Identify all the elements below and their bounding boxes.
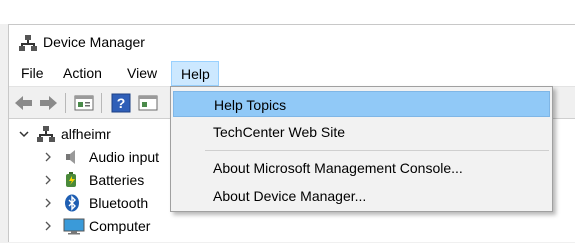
computer-network-icon bbox=[37, 125, 55, 143]
menu-separator bbox=[205, 150, 549, 151]
tree-item-label: Bluetooth bbox=[89, 195, 149, 211]
back-arrow-icon[interactable] bbox=[13, 93, 35, 113]
speaker-icon bbox=[63, 148, 81, 166]
bluetooth-icon bbox=[63, 194, 81, 212]
toolbar-separator bbox=[101, 93, 102, 113]
battery-icon bbox=[63, 171, 81, 189]
menu-view[interactable]: View bbox=[121, 61, 163, 86]
tree-item-label: Computer bbox=[89, 218, 151, 234]
menu-file[interactable]: File bbox=[15, 61, 50, 86]
tree-root-label: alfheimr bbox=[61, 126, 111, 142]
menu-item-help-topics[interactable]: Help Topics bbox=[173, 91, 550, 117]
window-title: Device Manager bbox=[43, 34, 145, 50]
screen: Device Manager File Action View Help ? a… bbox=[0, 0, 575, 242]
menu-action[interactable]: Action bbox=[57, 61, 108, 86]
chevron-down-icon[interactable] bbox=[19, 123, 29, 145]
tree-item-label: Batteries bbox=[89, 172, 145, 188]
svg-text:?: ? bbox=[117, 95, 126, 111]
chevron-right-icon[interactable] bbox=[43, 169, 53, 191]
forward-arrow-icon[interactable] bbox=[37, 93, 59, 113]
toolbar-separator bbox=[65, 93, 66, 113]
monitor-icon bbox=[63, 217, 85, 235]
tree-item-bluetooth[interactable]: Bluetooth bbox=[9, 192, 179, 214]
menu-item-techcenter-web-site[interactable]: TechCenter Web Site bbox=[173, 119, 550, 145]
help-dropdown-menu: Help Topics TechCenter Web Site About Mi… bbox=[170, 86, 553, 212]
chevron-right-icon[interactable] bbox=[43, 146, 53, 168]
properties-icon[interactable] bbox=[73, 93, 95, 113]
tree-root-row[interactable]: alfheimr bbox=[9, 123, 169, 145]
tree-item-batteries[interactable]: Batteries bbox=[9, 169, 179, 191]
chevron-right-icon[interactable] bbox=[43, 192, 53, 214]
title-bar: Device Manager bbox=[9, 25, 575, 61]
device-manager-icon bbox=[19, 34, 37, 52]
tree-item-audio-input[interactable]: Audio input bbox=[9, 146, 179, 168]
tree-item-label: Audio input bbox=[89, 149, 160, 165]
tree-item-computer[interactable]: Computer bbox=[9, 215, 179, 237]
help-icon[interactable]: ? bbox=[110, 93, 132, 113]
menu-bar: File Action View Help bbox=[9, 61, 575, 86]
properties-pane-icon[interactable] bbox=[137, 93, 159, 113]
menu-item-about-device-manager[interactable]: About Device Manager... bbox=[173, 183, 550, 209]
desktop-background bbox=[0, 0, 575, 24]
menu-item-about-mmc[interactable]: About Microsoft Management Console... bbox=[173, 155, 550, 181]
menu-help[interactable]: Help bbox=[171, 61, 219, 86]
chevron-right-icon[interactable] bbox=[43, 215, 53, 237]
